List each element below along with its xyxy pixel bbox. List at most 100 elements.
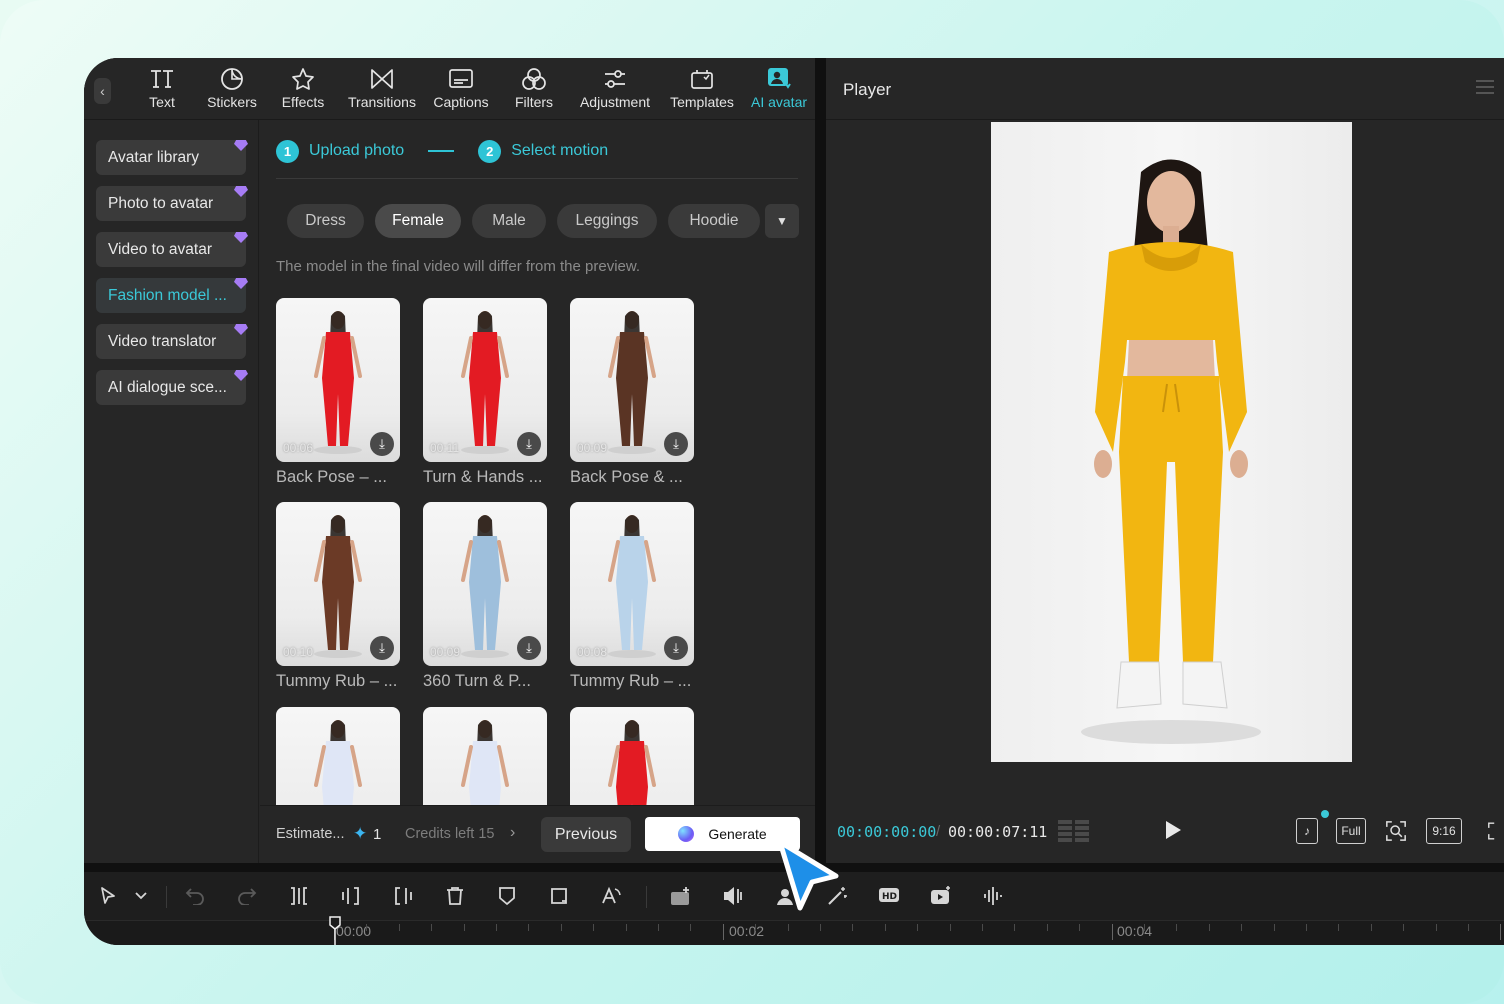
motion-thumbnail[interactable]: 00:06 ⤓ (276, 298, 400, 462)
fullscreen-button[interactable]: Full (1336, 818, 1366, 844)
tool-text[interactable]: Text (141, 66, 183, 116)
split-icon[interactable] (287, 884, 311, 908)
generate-label: Generate (708, 826, 767, 842)
ruler-tick (982, 924, 983, 931)
motion-card[interactable] (570, 707, 694, 805)
motion-card[interactable]: 00:09 ⤓ 360 Turn & P... (423, 502, 547, 691)
download-icon[interactable]: ⤓ (664, 432, 688, 456)
tool-effects[interactable]: Effects (276, 66, 330, 116)
filter-chip-female[interactable]: Female (375, 204, 461, 238)
auto-caption-icon[interactable] (599, 884, 623, 908)
motion-caption: 360 Turn & P... (423, 672, 531, 690)
video-effects-icon[interactable] (929, 884, 953, 908)
download-icon[interactable]: ⤓ (517, 432, 541, 456)
motion-card[interactable]: 00:11 ⤓ Turn & Hands ... (423, 298, 547, 487)
ruler-tick (722, 924, 724, 940)
motion-thumbnail[interactable] (276, 707, 400, 805)
tool-label: Adjustment (579, 94, 651, 110)
filters-icon (521, 66, 547, 92)
step-select-motion[interactable]: Select motion (511, 142, 608, 160)
motion-thumbnail[interactable]: 00:08 ⤓ (570, 502, 694, 666)
audio-split-icon[interactable] (721, 884, 745, 908)
tool-ai-avatar[interactable]: AI avatar (748, 66, 810, 116)
ruler-tick (820, 924, 821, 931)
audio-enhance-icon[interactable] (981, 884, 1005, 908)
frame-grid-icon[interactable] (1058, 820, 1090, 842)
chevron-down-icon[interactable] (129, 884, 153, 908)
toolbar-divider (646, 886, 647, 908)
hd-enhance-icon[interactable]: HD (877, 884, 901, 908)
ruler-tick (658, 924, 659, 931)
tool-templates[interactable]: Templates (666, 66, 738, 116)
timeline-ruler[interactable]: 00:00 00:02 00:04 (84, 920, 1504, 945)
credits-left[interactable]: Credits left 15 (405, 826, 494, 842)
ruler-tick (593, 924, 595, 931)
download-icon[interactable]: ⤓ (370, 636, 394, 660)
toolbar-divider (166, 886, 167, 908)
motion-card[interactable]: 00:09 ⤓ Back Pose & ... (570, 298, 694, 487)
ruler-tick (1500, 924, 1502, 940)
sidebar-item-photo-to-avatar[interactable]: Photo to avatar (96, 186, 246, 221)
filter-chip-dress[interactable]: Dress (287, 204, 364, 238)
filter-chip-male[interactable]: Male (472, 204, 546, 238)
editor-window: ‹ Text Stickers Effects Transitions Capt… (84, 58, 1504, 945)
motion-caption: Back Pose & ... (570, 468, 683, 486)
previous-button[interactable]: Previous (541, 817, 631, 852)
tool-transitions[interactable]: Transitions (344, 66, 420, 116)
chevron-right-icon[interactable]: › (510, 824, 515, 842)
menu-icon[interactable] (1476, 80, 1494, 94)
sidebar-item-fashion-model[interactable]: Fashion model ... (96, 278, 246, 313)
crop-rotate-icon[interactable] (547, 884, 571, 908)
tool-adjustment[interactable]: Adjustment (574, 66, 656, 116)
motion-card[interactable]: 00:10 ⤓ Tummy Rub – ... (276, 502, 400, 691)
motion-card[interactable]: 00:08 ⤓ Tummy Rub – ... (570, 502, 694, 691)
video-preview[interactable] (991, 122, 1352, 762)
motion-thumbnail[interactable]: 00:10 ⤓ (276, 502, 400, 666)
chevron-left-icon: ‹ (100, 83, 105, 99)
motion-caption: Tummy Rub – ... (570, 672, 692, 690)
sidebar-item-avatar-library[interactable]: Avatar library (96, 140, 246, 175)
filter-chip-leggings[interactable]: Leggings (557, 204, 657, 238)
player-title: Player (843, 80, 892, 99)
tool-label: Templates (670, 94, 734, 110)
tool-stickers[interactable]: Stickers (202, 66, 262, 116)
expand-icon[interactable] (1486, 818, 1504, 844)
motion-thumbnail[interactable] (570, 707, 694, 805)
select-pointer-icon[interactable] (96, 884, 120, 908)
play-icon[interactable] (1164, 820, 1184, 842)
motion-card[interactable] (423, 707, 547, 805)
undo-icon[interactable] (183, 884, 207, 908)
mark-icon[interactable] (495, 884, 519, 908)
aspect-ratio-button[interactable]: 9:16 (1426, 818, 1462, 844)
download-icon[interactable]: ⤓ (370, 432, 394, 456)
sidebar-item-ai-dialogue[interactable]: AI dialogue sce... (96, 370, 246, 405)
ruler-tick (1046, 924, 1048, 931)
collapse-panel-button[interactable]: ‹ (94, 78, 111, 104)
step-indicator: 1 Upload photo 2 Select motion (276, 139, 608, 163)
redo-icon[interactable] (235, 884, 259, 908)
zoom-fit-icon[interactable] (1384, 818, 1408, 844)
motion-thumbnail[interactable]: 00:09 ⤓ (423, 502, 547, 666)
trim-right-icon[interactable] (391, 884, 415, 908)
tiktok-preview-button[interactable]: ♪ (1296, 818, 1318, 844)
motion-thumbnail[interactable]: 00:11 ⤓ (423, 298, 547, 462)
ruler-tick (398, 924, 400, 931)
filter-chip-hoodie[interactable]: Hoodie (668, 204, 760, 238)
motion-thumbnail[interactable] (423, 707, 547, 805)
tool-filters[interactable]: Filters (511, 66, 557, 116)
trim-left-icon[interactable] (339, 884, 363, 908)
download-icon[interactable]: ⤓ (664, 636, 688, 660)
step-upload-photo[interactable]: Upload photo (309, 142, 404, 160)
delete-icon[interactable] (443, 884, 467, 908)
ruler-tick (528, 924, 530, 931)
playhead[interactable] (329, 916, 341, 945)
motion-thumbnail[interactable]: 00:09 ⤓ (570, 298, 694, 462)
download-icon[interactable]: ⤓ (517, 636, 541, 660)
sidebar-item-video-translator[interactable]: Video translator (96, 324, 246, 359)
add-media-icon[interactable] (669, 884, 693, 908)
sidebar-item-video-to-avatar[interactable]: Video to avatar (96, 232, 246, 267)
motion-card[interactable]: 00:06 ⤓ Back Pose – ... (276, 298, 400, 487)
tool-captions[interactable]: Captions (430, 66, 492, 116)
more-filters-button[interactable]: ▼ (765, 204, 799, 238)
motion-card[interactable] (276, 707, 400, 805)
